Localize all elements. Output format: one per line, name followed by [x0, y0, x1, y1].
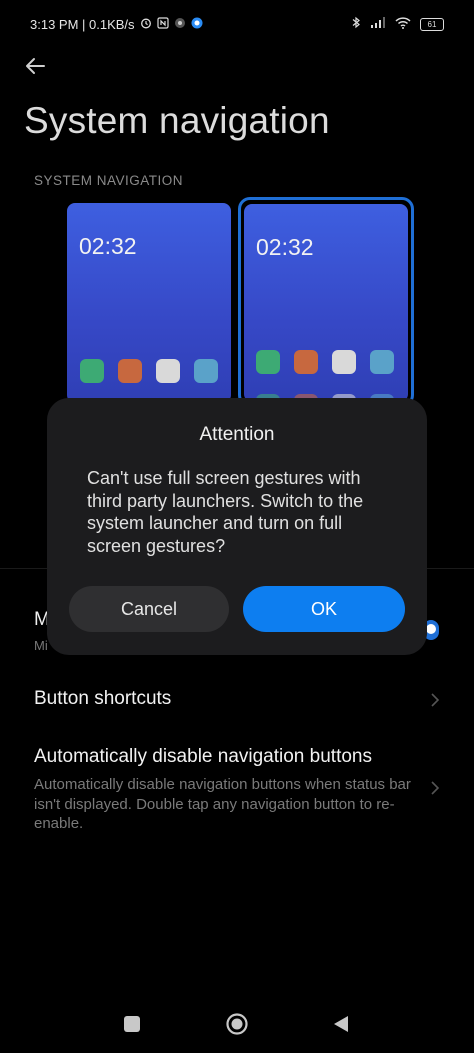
- setting-auto-disable-nav[interactable]: Automatically disable navigation buttons…: [0, 746, 474, 836]
- app-icon: [194, 359, 218, 383]
- attention-dialog: Attention Can't use full screen gestures…: [47, 398, 427, 655]
- app-icon: [294, 350, 318, 374]
- nfc-icon: [156, 17, 169, 32]
- hidden-setting-subtitle: Mi: [34, 638, 48, 653]
- setting-description: Automatically disable navigation buttons…: [34, 776, 411, 832]
- app-icon: [370, 350, 394, 374]
- signal-icon: [370, 16, 386, 32]
- setting-title: Automatically disable navigation buttons: [34, 746, 372, 767]
- alarm-icon: [140, 17, 152, 32]
- app-icon: [332, 350, 356, 374]
- battery-level: 61: [427, 19, 437, 29]
- battery-icon: 61: [420, 17, 444, 31]
- chevron-right-icon: [429, 692, 441, 708]
- back-triangle-icon[interactable]: [332, 1014, 350, 1034]
- recents-icon[interactable]: [124, 1016, 140, 1032]
- setting-button-shortcuts[interactable]: Button shortcuts: [0, 688, 474, 728]
- status-right: 61: [352, 16, 444, 32]
- home-icon[interactable]: [226, 1013, 248, 1035]
- setting-title: Button shortcuts: [34, 688, 172, 709]
- dialog-title: Attention: [199, 424, 275, 445]
- preview-clock: 02:32: [79, 233, 137, 259]
- page-title: System navigation: [24, 100, 330, 141]
- preview-clock: 02:32: [256, 234, 314, 260]
- app-icon: [156, 359, 180, 383]
- back-arrow-icon[interactable]: [22, 54, 50, 78]
- preview-buttons-option[interactable]: 02:32: [67, 203, 231, 403]
- status-bar: 3:13 PM | 0.1KB/s 61: [0, 0, 474, 52]
- wifi-icon: [395, 16, 411, 32]
- app-icon: [256, 350, 280, 374]
- cancel-button[interactable]: Cancel: [69, 586, 229, 632]
- section-header: SYSTEM NAVIGATION: [34, 173, 184, 188]
- preview-gestures-option[interactable]: 02:32: [244, 204, 408, 402]
- bluetooth-icon: [352, 16, 361, 32]
- ok-button[interactable]: OK: [243, 586, 405, 632]
- app-icon: [118, 359, 142, 383]
- system-nav-bar: [0, 1000, 474, 1053]
- chevron-right-icon: [429, 780, 441, 796]
- dialog-message: Can't use full screen gestures with thir…: [87, 468, 364, 556]
- app-icon: [80, 359, 104, 383]
- location-icon: [174, 17, 186, 32]
- status-time-speed: 3:13 PM | 0.1KB/s: [30, 17, 135, 32]
- status-left: 3:13 PM | 0.1KB/s: [30, 17, 203, 32]
- app-notification-icon: [191, 17, 203, 32]
